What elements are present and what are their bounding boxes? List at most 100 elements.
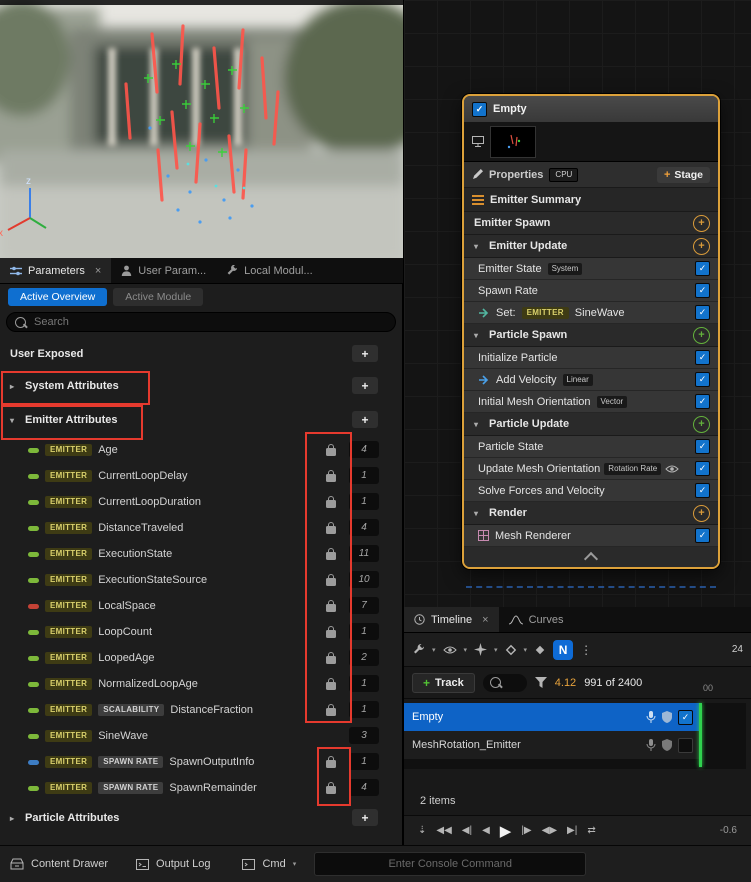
parameter-row[interactable]: EMITTER SPAWN RATE SpawnRemainder 4 [0,775,403,801]
stage-particle-update[interactable]: ▾ Particle Update + [464,413,718,436]
emitter-thumbnail[interactable] [490,126,536,158]
eye-icon[interactable] [443,645,457,655]
parameter-row[interactable]: EMITTER LoopCount 1 [0,619,403,645]
kebab-menu-icon[interactable]: ⋮ [580,643,592,657]
sparkle-icon[interactable] [474,643,487,656]
parameter-row[interactable]: EMITTER LocalSpace 7 [0,593,403,619]
mic-icon[interactable] [646,739,656,751]
module-enabled-checkbox[interactable]: ✓ [695,439,710,454]
section-user-exposed[interactable]: User Exposed + [0,340,403,368]
chevron-down-icon[interactable]: ▾ [474,509,483,518]
track-row-meshrotation[interactable]: MeshRotation_Emitter [404,731,701,759]
module-particle-state[interactable]: Particle State ✓ [464,436,718,458]
eye-icon[interactable] [665,464,679,474]
parameter-row[interactable]: EMITTER CurrentLoopDelay 1 [0,463,403,489]
section-system-attributes[interactable]: ▸ System Attributes + [0,372,403,400]
play-reverse-button[interactable]: ◀ [482,825,490,836]
jump-to-start-button[interactable]: ◀◀ [436,825,451,836]
search-input[interactable] [32,315,387,329]
add-parameter-button[interactable]: + [352,809,378,826]
emitter-node-header[interactable]: ✓ Empty [464,96,718,122]
close-icon[interactable]: × [482,614,488,626]
parameter-row[interactable]: EMITTER DistanceTraveled 4 [0,515,403,541]
module-enabled-checkbox[interactable]: ✓ [695,350,710,365]
module-solve-forces[interactable]: Solve Forces and Velocity ✓ [464,480,718,502]
add-module-button[interactable]: + [693,238,710,255]
module-enabled-checkbox[interactable]: ✓ [695,305,710,320]
module-initial-mesh-orientation[interactable]: Initial Mesh Orientation Vector ✓ [464,391,718,413]
loop-button[interactable]: ⇄ [587,825,595,836]
stage-particle-spawn[interactable]: ▾ Particle Spawn + [464,324,718,347]
module-enabled-checkbox[interactable]: ✓ [695,483,710,498]
module-mesh-renderer[interactable]: Mesh Renderer ✓ [464,525,718,547]
tab-curves[interactable]: Curves [499,607,574,632]
add-track-button[interactable]: + Track [412,673,475,693]
active-module-button[interactable]: Active Module [113,288,203,306]
chevron-down-icon[interactable]: ▾ [474,331,483,340]
keyframe-diamond-icon[interactable] [505,644,517,656]
track-enabled-checkbox[interactable] [678,738,693,753]
section-particle-attributes[interactable]: ▸ Particle Attributes + [0,804,403,832]
parameter-row[interactable]: EMITTER Age 4 [0,437,403,463]
parameter-row[interactable]: EMITTER LoopedAge 2 [0,645,403,671]
module-enabled-checkbox[interactable]: ✓ [695,283,710,298]
chevron-down-icon[interactable]: ▾ [524,646,528,654]
emitter-enabled-checkbox[interactable]: ✓ [472,102,487,117]
content-drawer-button[interactable]: Content Drawer [10,858,108,870]
module-enabled-checkbox[interactable]: ✓ [695,261,710,276]
cmd-dropdown[interactable]: Cmd ▾ [242,858,296,870]
parameter-row[interactable]: EMITTER ExecutionState 11 [0,541,403,567]
module-set-sinewave[interactable]: Set: EMITTER SineWave ✓ [464,302,718,324]
shield-icon[interactable] [662,739,672,751]
add-parameter-button[interactable]: + [352,377,378,394]
add-parameter-button[interactable]: + [352,411,378,428]
parameter-row[interactable]: EMITTER SPAWN RATE SpawnOutputInfo 1 [0,749,403,775]
niagara-mode-button[interactable]: N [553,640,573,660]
module-update-mesh-orientation[interactable]: Update Mesh Orientation Rotation Rate ✓ [464,458,718,480]
step-forward-button[interactable]: |▶ [521,825,531,836]
add-module-button[interactable]: + [693,215,710,232]
parameter-row[interactable]: EMITTER ExecutionStateSource 10 [0,567,403,593]
module-enabled-checkbox[interactable]: ✓ [695,394,710,409]
add-module-button[interactable]: + [693,327,710,344]
output-log-button[interactable]: Output Log [136,858,210,870]
parameter-row[interactable]: EMITTER NormalizedLoopAge 1 [0,671,403,697]
marker-in-button[interactable]: ⇣ [418,825,426,836]
chevron-down-icon[interactable]: ▾ [10,416,19,425]
parameter-search[interactable] [6,312,396,332]
module-enabled-checkbox[interactable]: ✓ [695,372,710,387]
jump-to-end-button[interactable]: ▶| [567,825,577,836]
chevron-down-icon[interactable]: ▾ [474,242,483,251]
properties-row[interactable]: Properties CPU + Stage [464,162,718,188]
add-module-button[interactable]: + [693,416,710,433]
add-stage-button[interactable]: + Stage [657,167,710,183]
stage-emitter-spawn[interactable]: Emitter Spawn + [464,212,718,235]
stage-emitter-update[interactable]: ▾ Emitter Update + [464,235,718,258]
tab-parameters[interactable]: Parameters × [0,258,111,283]
module-add-velocity[interactable]: Add Velocity Linear ✓ [464,369,718,391]
chevron-right-icon[interactable]: ▸ [10,814,19,823]
keyframe-solid-icon[interactable] [534,644,546,656]
mic-icon[interactable] [646,711,656,723]
wrench-icon[interactable] [412,643,425,656]
current-time[interactable]: 4.12 [555,677,576,689]
emitter-summary-row[interactable]: Emitter Summary [464,188,718,212]
chevron-down-icon[interactable]: ▾ [432,646,436,654]
tab-timeline[interactable]: Timeline × [404,607,499,632]
track-row-empty[interactable]: Empty ✓ [404,703,701,731]
module-initialize-particle[interactable]: Initialize Particle ✓ [464,347,718,369]
active-overview-button[interactable]: Active Overview [8,288,107,306]
chevron-down-icon[interactable]: ▾ [464,646,468,654]
add-parameter-button[interactable]: + [352,345,378,362]
module-spawn-rate[interactable]: Spawn Rate ✓ [464,280,718,302]
playhead-marker[interactable] [699,703,702,767]
next-key-button[interactable]: ◀▶ [542,825,557,836]
track-search[interactable] [483,674,527,692]
play-button[interactable]: ▶ [500,822,512,840]
node-graph-canvas[interactable]: ✓ Empty Properties CPU + Stage E [403,0,751,607]
viewport-preview[interactable]: z x [0,0,403,258]
module-enabled-checkbox[interactable]: ✓ [695,461,710,476]
parameter-row[interactable]: EMITTER SCALABILITY DistanceFraction 1 [0,697,403,723]
filter-icon[interactable] [535,677,547,688]
add-renderer-button[interactable]: + [693,505,710,522]
